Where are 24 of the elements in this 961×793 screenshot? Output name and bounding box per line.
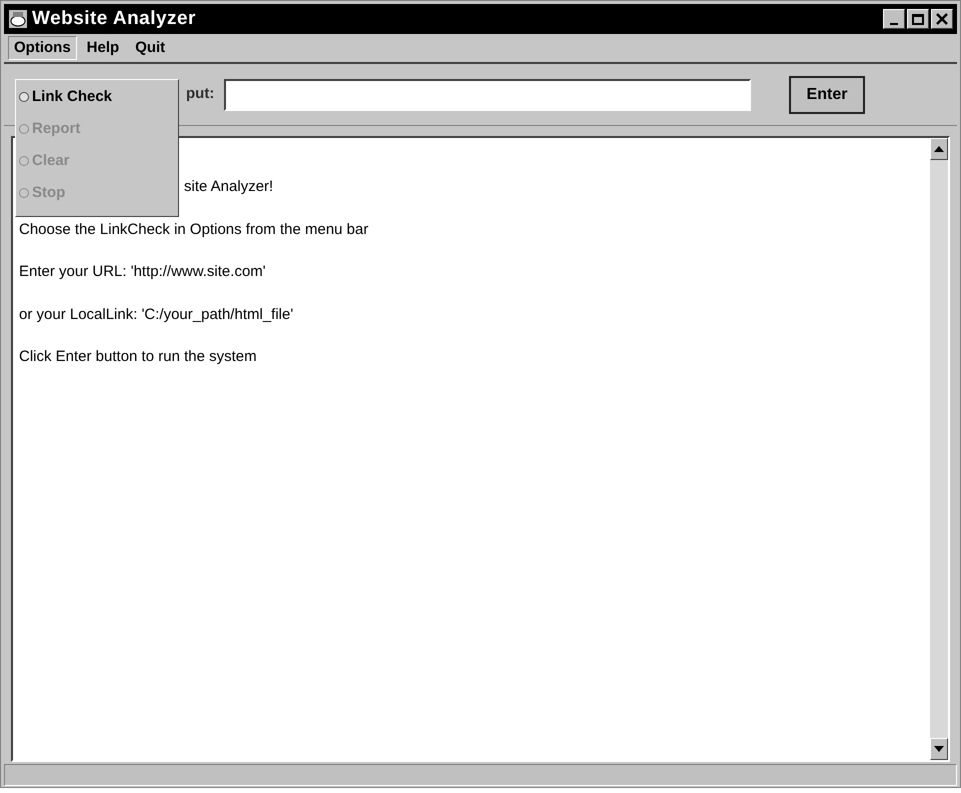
output-line: Choose the LinkCheck in Options from the menu bar xyxy=(19,220,370,240)
menu-item[interactable]: Help xyxy=(80,36,126,60)
input-label: put: xyxy=(186,84,216,104)
output-line: Enter your URL: 'http://www.site.com' xyxy=(19,262,267,282)
vertical-scrollbar[interactable] xyxy=(930,138,948,760)
down-arrow-icon xyxy=(934,746,944,752)
url-input-field[interactable] xyxy=(224,78,751,110)
maximize-button[interactable] xyxy=(907,9,929,29)
output-line: Click Enter button to run the system xyxy=(19,347,258,367)
close-button[interactable] xyxy=(931,9,953,29)
app-icon xyxy=(8,9,28,29)
menu-option[interactable]: Link Check xyxy=(19,86,178,108)
scroll-down-button[interactable] xyxy=(930,738,948,760)
radio-button[interactable] xyxy=(19,92,29,102)
minimize-button[interactable] xyxy=(883,9,905,29)
scroll-up-button[interactable] xyxy=(930,138,948,160)
output-line: site Analyzer! xyxy=(184,177,274,197)
up-arrow-icon xyxy=(934,146,944,152)
output-line: or your LocalLink: 'C:/your_path/html_file' xyxy=(19,304,294,324)
enter-button[interactable]: Enter xyxy=(789,76,865,114)
window-title: Website Analyzer xyxy=(32,6,196,31)
menu-item[interactable]: Options xyxy=(8,36,77,60)
close-icon xyxy=(936,13,948,25)
menu-item[interactable]: Quit xyxy=(129,36,172,60)
